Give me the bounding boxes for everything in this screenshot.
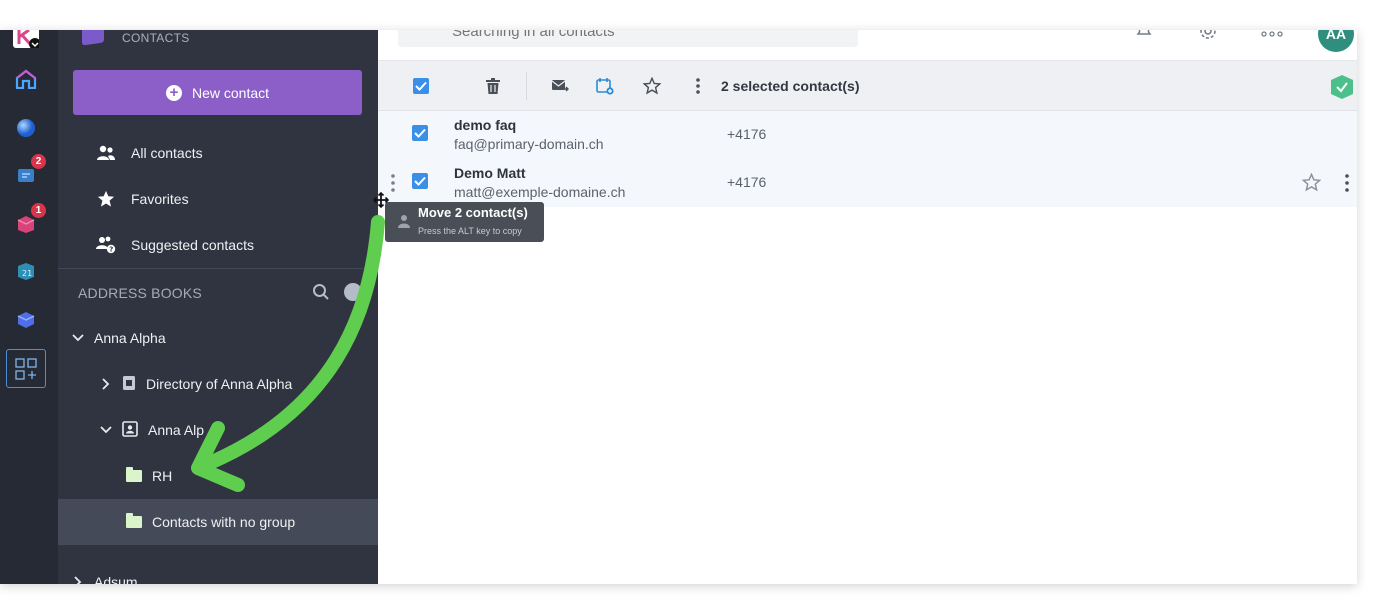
contacts-sidebar: CONTACTS + New contact All contacts Favo… (58, 30, 378, 584)
tree-label: Contacts with no group (152, 514, 296, 530)
nav-favorites[interactable]: Favorites (58, 179, 378, 219)
add-app-button[interactable] (6, 349, 46, 388)
svg-text:21: 21 (22, 269, 32, 278)
nav-suggested-contacts[interactable]: ? Suggested contacts (58, 225, 378, 265)
app-section-title: CONTACTS (122, 31, 190, 45)
calendar-plus-icon (596, 78, 614, 95)
brand-logo-icon[interactable] (13, 30, 39, 50)
contact-name: Demo Matt (454, 165, 526, 181)
select-all-checkbox[interactable] (413, 78, 429, 94)
tree-label: Anna Alp (148, 422, 205, 438)
nav-all-contacts[interactable]: All contacts (58, 133, 378, 173)
bell-icon[interactable] (1135, 30, 1153, 45)
svg-text:?: ? (109, 246, 113, 254)
chevron-down-icon (72, 334, 84, 342)
sphere-app-icon[interactable] (13, 115, 39, 141)
selected-count: 2 selected contact(s) (721, 78, 860, 94)
star-outline-icon (643, 77, 661, 95)
mail-send-icon (551, 80, 569, 92)
tree-group-rh[interactable]: RH (126, 456, 172, 496)
add-address-book-icon[interactable] (344, 283, 362, 301)
row-favorite-star-icon[interactable] (1301, 172, 1322, 197)
favorite-button[interactable] (642, 76, 662, 96)
people-icon (96, 145, 116, 161)
sidebar-divider (58, 268, 378, 269)
trash-icon (486, 78, 500, 94)
chevron-right-icon (72, 576, 84, 584)
drag-tooltip: Move 2 contact(s) Press the ALT key to c… (385, 202, 544, 242)
plus-circle-icon: + (165, 84, 182, 101)
search-input[interactable] (398, 30, 858, 47)
mail-app-icon[interactable]: 1 (13, 203, 46, 237)
add-to-calendar-button[interactable] (595, 76, 615, 96)
send-email-button[interactable] (550, 76, 570, 96)
suggested-people-icon: ? (96, 236, 116, 254)
person-icon (397, 214, 411, 233)
drag-handle-icon[interactable] (391, 173, 395, 198)
contacts-main: AA 2 selected contact(s) (378, 30, 1357, 584)
row-kebab-menu-icon[interactable] (1345, 174, 1349, 197)
chevron-right-icon (100, 378, 112, 390)
contact-row[interactable]: Demo Matt matt@exemple-domaine.ch +4176 (378, 159, 1357, 207)
gear-icon[interactable] (1197, 30, 1219, 47)
search-address-books-icon[interactable] (312, 283, 330, 306)
nav-label: All contacts (131, 145, 203, 161)
row-checkbox[interactable] (412, 125, 428, 141)
contacts-logo-icon (82, 30, 104, 46)
nav-label: Favorites (131, 191, 189, 207)
contact-book-icon (122, 420, 138, 440)
contact-row[interactable]: demo faq faq@primary-domain.ch +4176 (378, 111, 1357, 159)
tree-directory[interactable]: Directory of Anna Alpha (100, 364, 292, 404)
more-actions-button[interactable] (688, 76, 708, 96)
delete-button[interactable] (483, 76, 503, 96)
move-cursor-icon (372, 191, 390, 213)
app-rail: 2 1 21 (0, 30, 58, 584)
drive-app-icon[interactable] (13, 306, 39, 332)
folder-icon (126, 513, 142, 528)
tree-label: RH (152, 468, 173, 484)
tree-label: Anna Alpha (94, 330, 166, 346)
top-bar: AA (378, 30, 1357, 61)
new-contact-button[interactable]: + New contact (73, 70, 362, 115)
grid-plus-icon (15, 357, 37, 380)
tree-no-group[interactable]: Contacts with no group (126, 502, 295, 542)
toolbar-separator (526, 72, 527, 100)
chevron-down-icon (100, 426, 112, 434)
tree-owner-anna-alpha[interactable]: Anna Alpha (72, 318, 166, 358)
tree-label: Adsum (94, 574, 138, 584)
row-checkbox[interactable] (412, 173, 428, 189)
folder-icon (126, 467, 142, 482)
workspace-badge-icon[interactable] (1329, 74, 1355, 105)
tree-owner-adsum[interactable]: Adsum (72, 562, 138, 584)
chat-badge: 2 (31, 154, 46, 169)
contact-email: matt@exemple-domaine.ch (454, 184, 626, 200)
address-books-heading: ADDRESS BOOKS (78, 285, 202, 301)
new-contact-label: New contact (191, 84, 270, 101)
star-icon (96, 190, 116, 208)
avatar[interactable]: AA (1318, 30, 1354, 52)
mail-badge: 1 (31, 203, 46, 218)
app-window: 2 1 21 CONTACTS + New contact All contac… (0, 30, 1357, 584)
calendar-app-icon[interactable]: 21 (13, 258, 39, 284)
contact-email: faq@primary-domain.ch (454, 136, 604, 152)
contact-phone: +4176 (727, 126, 767, 142)
drag-tooltip-hint: Press the ALT key to copy (418, 226, 522, 236)
nav-label: Suggested contacts (131, 237, 254, 253)
tree-address-book[interactable]: Anna Alp (100, 410, 204, 450)
tree-label: Directory of Anna Alpha (146, 376, 293, 392)
directory-book-icon (122, 375, 136, 394)
chat-app-icon[interactable]: 2 (13, 154, 46, 188)
contact-name: demo faq (454, 117, 517, 133)
kebab-menu-icon (696, 78, 700, 94)
home-icon[interactable] (13, 66, 39, 92)
contact-phone: +4176 (727, 174, 767, 190)
selection-toolbar: 2 selected contact(s) (378, 61, 1357, 111)
drag-tooltip-title: Move 2 contact(s) (418, 205, 528, 220)
apps-grid-icon[interactable] (1261, 30, 1283, 43)
